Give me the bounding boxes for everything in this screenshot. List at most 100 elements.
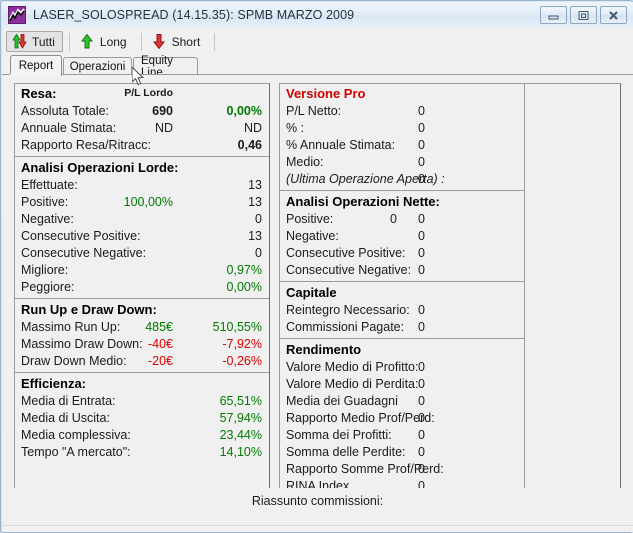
stat-label: Consecutive Negative:	[21, 246, 147, 260]
stat-row: Draw Down Medio: -20€ -0,26%	[15, 353, 269, 370]
stat-label: Positive:	[286, 212, 334, 226]
stat-value-primary: -40€	[147, 337, 173, 351]
stat-value-secondary: 0	[255, 246, 262, 260]
stat-row: Negative: 0	[280, 228, 525, 245]
stat-value-secondary: 13	[248, 178, 262, 192]
stat-value-secondary: ND	[243, 121, 262, 135]
net-stats-list: Versione Pro P/L Netto: 0% :0% Annuale Sti…	[280, 84, 525, 494]
net-stats-inner: Versione Pro P/L Netto: 0% :0% Annuale Sti…	[280, 84, 620, 494]
status-divider	[2, 525, 633, 526]
application-window: LASER_SOLOSPREAD (14.15.35): SPMB MARZO …	[0, 0, 633, 533]
stat-value-secondary: 0,46	[237, 138, 262, 152]
stat-value-secondary: 14,10%	[219, 445, 262, 459]
stat-value-secondary: 510,55%	[212, 320, 262, 334]
stat-value-secondary: 0	[418, 246, 425, 260]
stat-value-secondary: -0,26%	[222, 354, 262, 368]
section-title: Efficienza:	[21, 376, 87, 391]
stat-value-primary: ND	[154, 121, 173, 135]
section-title-row: Run Up e Draw Down:	[15, 300, 269, 319]
stat-label: Somma dei Profitti:	[286, 428, 392, 442]
stat-value-secondary: 0	[418, 229, 425, 243]
stat-label: Medio:	[286, 155, 324, 169]
stat-label: Reintegro Necessario:	[286, 303, 410, 317]
stats-section: Rendimento Valore Medio di Profitto: 0 Valo…	[280, 340, 525, 494]
stat-row: Rapporto Medio Prof/Perd: 0	[280, 410, 525, 427]
stat-value-primary: 0	[390, 212, 397, 226]
stat-value-primary: 690	[152, 104, 173, 118]
stat-row: Commissioni Pagate: 0	[280, 319, 525, 336]
up-down-arrows-icon	[12, 33, 27, 49]
toolbar-separator	[214, 32, 216, 51]
stat-row: Somma dei Profitti: 0	[280, 427, 525, 444]
stat-row: Migliore: 0,97%	[15, 262, 269, 279]
section-title: Rendimento	[286, 342, 362, 357]
section-divider	[280, 190, 525, 191]
section-divider	[280, 338, 525, 339]
tab-operazioni[interactable]: Operazioni	[63, 57, 132, 75]
chart-line-icon	[8, 6, 26, 24]
stat-value-secondary: 0	[418, 320, 425, 334]
stat-label: Valore Medio di Profitto:	[286, 360, 419, 374]
stat-value-secondary: 0	[418, 303, 425, 317]
mouse-cursor	[132, 67, 144, 86]
stat-value-secondary: 0	[418, 155, 425, 169]
toolbar-label-long: Long	[99, 34, 127, 49]
close-button[interactable]	[600, 6, 627, 24]
stat-value-secondary: 0	[418, 263, 425, 277]
stat-value-secondary: 0	[418, 172, 425, 186]
toolbar-button-long[interactable]: Long	[74, 31, 135, 52]
stats-section: Versione Pro P/L Netto: 0% :0% Annuale Sti…	[280, 84, 525, 188]
stat-label: Peggiore:	[21, 280, 75, 294]
stat-label: Massimo Draw Down:	[21, 337, 143, 351]
toolbar-button-tutti[interactable]: Tutti	[6, 31, 63, 52]
maximize-button[interactable]	[570, 6, 597, 24]
stat-label: Media di Entrata:	[21, 394, 116, 408]
up-arrow-green-icon	[80, 33, 93, 49]
stat-value-secondary: 0	[418, 360, 425, 374]
stat-row: Consecutive Negative: 0	[280, 262, 525, 279]
stat-label: % Annuale Stimata:	[286, 138, 396, 152]
panel-column-divider	[524, 84, 525, 494]
section-title-row: Capitale	[280, 283, 525, 302]
toolbar-separator	[140, 32, 142, 51]
tab-label: Operazioni	[69, 60, 126, 73]
stat-value-secondary: 0	[418, 445, 425, 459]
stat-value-secondary: 57,94%	[219, 411, 262, 425]
stat-row: Tempo "A mercato": 14,10%	[15, 444, 269, 461]
stat-value-secondary: 0	[418, 428, 425, 442]
stat-row: Rapporto Resa/Ritracc: 0,46	[15, 137, 269, 154]
title-bar: LASER_SOLOSPREAD (14.15.35): SPMB MARZO …	[2, 2, 633, 28]
gross-stats-list: Resa: P/L Lordo Assoluta Totale: 690 0,00% An…	[15, 84, 269, 494]
section-title: Versione Pro	[286, 86, 366, 101]
stat-value-primary: -20€	[147, 354, 173, 368]
stat-label: P/L Netto:	[286, 104, 342, 118]
tab-label: Report	[18, 60, 54, 72]
stat-label: Tempo "A mercato":	[21, 445, 131, 459]
stat-label: Migliore:	[21, 263, 69, 277]
minimize-button[interactable]	[540, 6, 567, 24]
section-divider	[280, 281, 525, 282]
stat-label: Somma delle Perdite:	[286, 445, 406, 459]
stat-row: Consecutive Positive: 0	[280, 245, 525, 262]
stats-section: Resa: P/L Lordo Assoluta Totale: 690 0,00% An…	[15, 84, 269, 154]
stat-value-secondary: 23,44%	[219, 428, 262, 442]
section-title: Run Up e Draw Down:	[21, 302, 157, 317]
stat-row: Assoluta Totale: 690 0,00%	[15, 103, 269, 120]
stat-row: Media dei Guadagni 0	[280, 393, 525, 410]
stat-label: Consecutive Negative:	[286, 263, 412, 277]
section-divider	[15, 372, 269, 373]
toolbar-separator	[68, 32, 70, 51]
stat-value-secondary: 0	[418, 394, 425, 408]
stat-row: Consecutive Positive: 13	[15, 228, 269, 245]
tab-report[interactable]: Report	[10, 55, 62, 76]
stat-label: Consecutive Positive:	[21, 229, 141, 243]
stat-label: Rapporto Resa/Ritracc:	[21, 138, 151, 152]
toolbar-label-short: Short	[171, 34, 201, 49]
section-title: Capitale	[286, 285, 337, 300]
stat-row: Massimo Run Up: 485€ 510,55%	[15, 319, 269, 336]
stat-value-secondary: 0,00%	[226, 104, 262, 118]
toolbar-button-short[interactable]: Short	[146, 31, 209, 52]
section-title-row: Versione Pro	[280, 84, 525, 103]
tab-active-mask	[10, 74, 60, 76]
stat-value-secondary: 0	[418, 104, 425, 118]
